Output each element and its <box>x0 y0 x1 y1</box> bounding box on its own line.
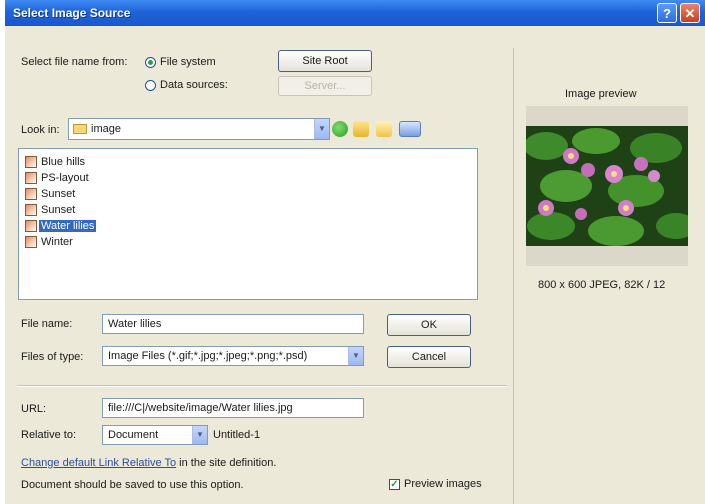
cancel-button[interactable]: Cancel <box>387 346 471 368</box>
back-icon[interactable] <box>332 121 348 137</box>
image-file-icon <box>25 220 37 233</box>
look-in-value: image <box>91 123 121 135</box>
files-of-type-label: Files of type: <box>21 351 84 363</box>
radio-data-sources-label[interactable]: Data sources: <box>160 79 228 91</box>
image-file-icon <box>25 188 37 201</box>
preview-images-label[interactable]: Preview images <box>404 478 482 490</box>
list-item[interactable]: Blue hills <box>25 156 87 170</box>
preview-images-checkbox[interactable]: ✓ <box>389 479 400 490</box>
radio-data-sources[interactable] <box>145 80 156 91</box>
preview-title: Image preview <box>565 88 637 100</box>
preview-info: 800 x 600 JPEG, 82K / 12 <box>538 279 666 291</box>
url-label: URL: <box>21 403 47 415</box>
radio-file-system[interactable] <box>145 57 156 68</box>
relative-to-dropdown[interactable]: Document ▼ <box>102 425 208 445</box>
list-item-selected[interactable]: Water lilies <box>25 220 97 234</box>
document-name: Untitled-1 <box>213 429 261 441</box>
image-file-icon <box>25 204 37 217</box>
save-note: Document should be saved to use this opt… <box>21 479 244 491</box>
change-default-link[interactable]: Change default Link Relative To <box>21 457 176 469</box>
close-icon[interactable]: ✕ <box>680 3 700 23</box>
link-suffix: in the site definition. <box>176 457 277 469</box>
up-folder-icon[interactable] <box>353 121 369 137</box>
radio-file-system-label[interactable]: File system <box>160 56 216 68</box>
url-field[interactable]: file:///C|/website/image/Water lilies.jp… <box>102 398 364 418</box>
server-button[interactable]: Server... <box>278 76 372 96</box>
new-folder-icon[interactable] <box>376 121 392 137</box>
chevron-down-icon[interactable]: ▼ <box>348 347 363 365</box>
ok-button[interactable]: OK <box>387 314 471 336</box>
change-default-link-row: Change default Link Relative To in the s… <box>21 457 276 469</box>
help-icon[interactable]: ? <box>657 3 677 23</box>
list-item[interactable]: PS-layout <box>25 172 91 186</box>
site-root-button[interactable]: Site Root <box>278 50 372 72</box>
file-name-field[interactable]: Water lilies <box>102 314 364 334</box>
chevron-down-icon[interactable]: ▼ <box>314 119 329 139</box>
select-from-label: Select file name from: <box>21 56 128 68</box>
image-file-icon <box>25 172 37 185</box>
list-item[interactable]: Sunset <box>25 188 77 202</box>
files-of-type-value: Image Files (*.gif;*.jpg;*.jpeg;*.png;*.… <box>108 350 308 362</box>
file-list[interactable]: Blue hills PS-layout Sunset Sunset Water… <box>18 148 478 300</box>
window-title: Select Image Source <box>13 6 131 20</box>
divider <box>17 385 507 387</box>
folder-icon <box>73 124 87 134</box>
look-in-label: Look in: <box>21 124 60 136</box>
chevron-down-icon[interactable]: ▼ <box>192 426 207 444</box>
preview-image <box>526 126 688 246</box>
relative-to-label: Relative to: <box>21 429 77 441</box>
relative-to-value: Document <box>108 429 159 441</box>
water-lilies-image <box>526 126 688 246</box>
select-image-source-dialog: Select Image Source ? ✕ Select file name… <box>5 0 705 504</box>
file-name-label: File name: <box>21 318 73 330</box>
image-file-icon <box>25 236 37 249</box>
look-in-dropdown[interactable]: image ▼ <box>68 118 330 140</box>
list-item[interactable]: Sunset <box>25 204 77 218</box>
views-menu-icon[interactable] <box>399 121 421 137</box>
files-of-type-dropdown[interactable]: Image Files (*.gif;*.jpg;*.jpeg;*.png;*.… <box>102 346 364 366</box>
image-file-icon <box>25 156 37 169</box>
title-bar[interactable]: Select Image Source ? ✕ <box>5 0 705 26</box>
list-item[interactable]: Winter <box>25 236 75 250</box>
